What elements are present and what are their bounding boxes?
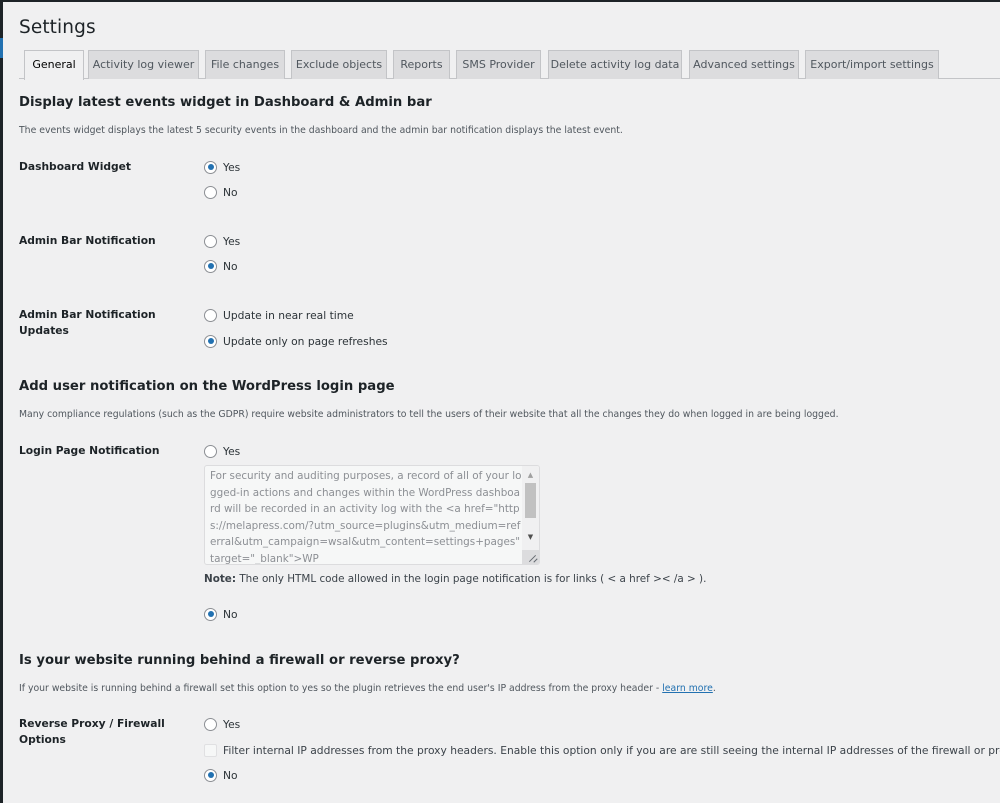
- login-section-title: Add user notification on the WordPress l…: [19, 379, 395, 394]
- dashboard-widget-yes-option[interactable]: Yes: [204, 159, 240, 175]
- admin-bar-notification-yes-radio[interactable]: [204, 234, 217, 248]
- scrollbar-thumb[interactable]: [525, 483, 536, 518]
- tab-exclude-objects[interactable]: Exclude objects: [291, 50, 387, 79]
- proxy-description-end: .: [712, 683, 716, 694]
- reverse-proxy-no-label: No: [223, 768, 238, 782]
- login-notification-textarea[interactable]: For security and auditing purposes, a re…: [204, 465, 540, 565]
- login-notification-yes-radio[interactable]: [204, 444, 217, 458]
- login-notification-no-radio[interactable]: [204, 607, 217, 621]
- filter-internal-ip-option[interactable]: Filter internal IP addresses from the pr…: [204, 742, 1000, 758]
- dashboard-widget-no-option[interactable]: No: [204, 184, 238, 200]
- widget-section-description: The events widget displays the latest 5 …: [19, 125, 623, 136]
- settings-tabs: General Activity log viewer File changes…: [19, 50, 1000, 80]
- login-notification-textarea-value[interactable]: For security and auditing purposes, a re…: [210, 468, 522, 564]
- scroll-up-arrow-icon[interactable]: ▲: [522, 468, 539, 482]
- admin-bar-notification-no-option[interactable]: No: [204, 258, 238, 274]
- tab-reports[interactable]: Reports: [393, 50, 450, 79]
- admin-sidebar-active-indicator: [0, 38, 3, 58]
- admin-sidebar-edge: [0, 0, 3, 803]
- login-notification-yes-option[interactable]: Yes: [204, 443, 240, 459]
- scroll-down-arrow-icon[interactable]: ▼: [522, 530, 539, 544]
- admin-bar-updates-realtime-option[interactable]: Update in near real time: [204, 307, 354, 323]
- filter-internal-ip-label: Filter internal IP addresses from the pr…: [223, 743, 1000, 757]
- admin-bar-notification-no-label: No: [223, 259, 238, 273]
- reverse-proxy-label-line1: Reverse Proxy / Firewall: [19, 717, 165, 730]
- dashboard-widget-yes-radio[interactable]: [204, 160, 217, 174]
- tab-delete-activity-log-data[interactable]: Delete activity log data: [548, 50, 682, 79]
- login-notification-note: Note: The only HTML code allowed in the …: [204, 573, 706, 585]
- dashboard-widget-yes-label: Yes: [223, 160, 241, 174]
- dashboard-widget-label: Dashboard Widget: [19, 160, 132, 173]
- tab-advanced-settings[interactable]: Advanced settings: [689, 50, 799, 79]
- reverse-proxy-no-option[interactable]: No: [204, 767, 238, 783]
- admin-bar-notification-label: Admin Bar Notification: [19, 234, 156, 247]
- admin-bar-updates-label: Admin Bar Notification Updates: [19, 307, 179, 339]
- login-notification-label: Login Page Notification: [19, 444, 160, 457]
- note-text: The only HTML code allowed in the login …: [236, 573, 707, 585]
- proxy-section-title: Is your website running behind a firewal…: [19, 653, 460, 668]
- textarea-scrollbar[interactable]: ▲ ▼: [522, 466, 539, 552]
- admin-bar-updates-refresh-label: Update only on page refreshes: [223, 334, 388, 348]
- proxy-description-text: If your website is running behind a fire…: [19, 683, 663, 694]
- reverse-proxy-label: Reverse Proxy / Firewall Options: [19, 716, 179, 748]
- admin-bar-notification-yes-label: Yes: [223, 234, 241, 248]
- admin-bar-updates-refresh-option[interactable]: Update only on page refreshes: [204, 333, 388, 349]
- admin-bar-updates-label-line2: Updates: [19, 324, 69, 337]
- reverse-proxy-yes-option[interactable]: Yes: [204, 716, 240, 732]
- page-title: Settings: [19, 17, 96, 38]
- reverse-proxy-no-radio[interactable]: [204, 768, 217, 782]
- reverse-proxy-yes-radio[interactable]: [204, 717, 217, 731]
- learn-more-link[interactable]: learn more: [662, 683, 713, 694]
- tab-general[interactable]: General: [24, 50, 84, 80]
- admin-bar-notification-no-radio[interactable]: [204, 259, 217, 273]
- admin-bar-notification-yes-option[interactable]: Yes: [204, 233, 240, 249]
- admin-bar-updates-realtime-radio[interactable]: [204, 308, 217, 322]
- tab-file-changes[interactable]: File changes: [205, 50, 285, 79]
- note-label: Note:: [204, 573, 237, 585]
- filter-internal-ip-checkbox[interactable]: [204, 743, 217, 757]
- login-notification-yes-label: Yes: [223, 444, 241, 458]
- tab-sms-provider[interactable]: SMS Provider: [456, 50, 541, 79]
- reverse-proxy-label-line2: Options: [19, 733, 66, 746]
- tab-activity-log-viewer[interactable]: Activity log viewer: [88, 50, 199, 79]
- tab-export-import-settings[interactable]: Export/import settings: [805, 50, 939, 79]
- admin-top-bar-edge: [0, 0, 1000, 2]
- login-section-description: Many compliance regulations (such as the…: [19, 409, 839, 420]
- widget-section-title: Display latest events widget in Dashboar…: [19, 95, 432, 110]
- admin-bar-updates-refresh-radio[interactable]: [204, 334, 217, 348]
- resize-grip-icon[interactable]: [522, 550, 539, 564]
- dashboard-widget-no-label: No: [223, 185, 238, 199]
- reverse-proxy-yes-label: Yes: [223, 717, 241, 731]
- admin-bar-updates-label-line1: Admin Bar Notification: [19, 308, 156, 321]
- login-notification-no-label: No: [223, 607, 238, 621]
- proxy-section-description: If your website is running behind a fire…: [19, 683, 716, 694]
- dashboard-widget-no-radio[interactable]: [204, 185, 217, 199]
- login-notification-no-option[interactable]: No: [204, 606, 238, 622]
- admin-bar-updates-realtime-label: Update in near real time: [223, 308, 354, 322]
